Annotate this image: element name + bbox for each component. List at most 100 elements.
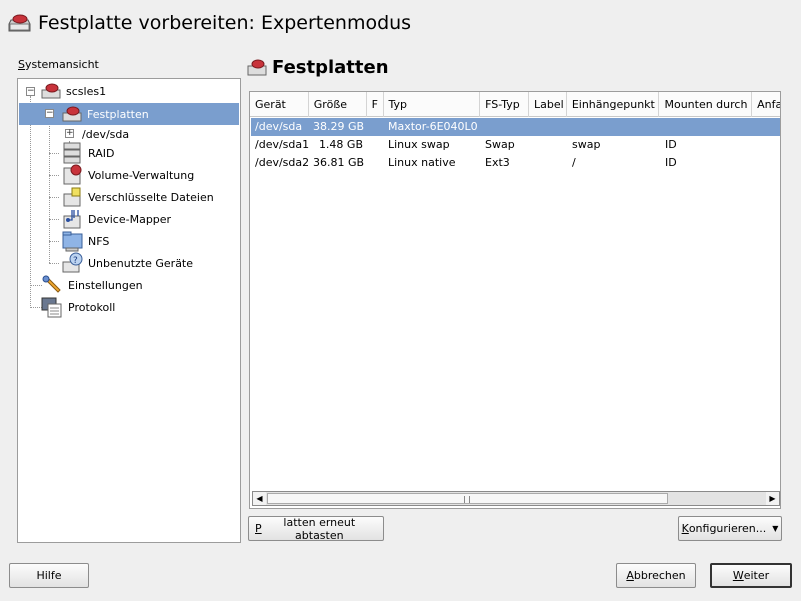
cell-device: /dev/sda1 [255,138,309,151]
encrypted-files-icon [63,187,81,207]
rescan-mnemonic: P [255,522,262,535]
tree-expander[interactable]: − [26,87,35,96]
cell-mount-by [661,118,754,136]
column-header-fs-type[interactable]: FS-Typ [480,92,529,117]
scroll-left-icon[interactable]: ◀ [253,492,266,505]
cell-label [530,136,568,154]
unused-devices-icon: ? [62,252,83,273]
tree-item-label: Protokoll [68,300,116,314]
column-header-start[interactable]: Anfa [752,92,780,117]
table-row[interactable]: /dev/sda2 36.81 GB Linux native Ext3 / I… [251,154,780,172]
tree-item-label: Verschlüsselte Dateien [88,190,214,204]
next-button[interactable]: Weiter [710,563,792,588]
tree-item-festplatten[interactable]: − Festplatten [19,103,239,125]
tree-item-label: RAID [88,146,115,160]
tree-line [49,153,59,154]
cell-mount-by: ID [665,138,677,151]
tree-item-label: /dev/sda [82,127,130,141]
tree-line [49,241,59,242]
tree-item-scsles1[interactable]: scsles1 [40,80,106,102]
cell-type: Maxtor-6E040L0 [388,120,478,133]
cell-fs-type: Swap [485,138,515,151]
settings-wrench-icon [42,275,61,293]
system-tree[interactable]: − scsles1 − Festplatten + /dev/sda RAID [17,78,241,543]
nfs-folder-icon [62,231,83,252]
harddisk-icon [247,59,267,76]
cell-f [367,118,384,136]
tree-item-nfs[interactable]: NFS [60,230,109,252]
column-header-type[interactable]: Typ [384,92,481,117]
scrollbar-grip-icon [464,496,470,503]
scroll-right-icon[interactable]: ▶ [766,492,779,505]
tree-item-raid[interactable]: RAID [60,142,114,164]
tree-item-settings[interactable]: Einstellungen [40,274,143,296]
tree-line [49,197,59,198]
log-icon [41,297,62,318]
help-label: Hilfe [36,569,62,582]
tree-line [30,96,31,306]
help-button[interactable]: Hilfe [9,563,89,588]
rescan-disks-button[interactable]: Platten erneut abtasten [248,515,384,542]
cell-size: 1.48 GB [318,138,363,151]
system-view-label: Systemansicht [18,58,99,71]
table-row[interactable]: /dev/sda 38.29 GB Maxtor-6E040L0 [251,118,780,136]
cell-label [530,118,568,136]
tree-item-label: scsles1 [66,84,107,98]
harddisk-icon [62,106,82,122]
column-header-mount-by[interactable]: Mounten durch [659,92,753,117]
cell-mount-point: swap [572,138,601,151]
window-title: Festplatte vorbereiten: Expertenmodus [38,12,412,34]
tree-item-device-mapper[interactable]: Device-Mapper [60,208,171,230]
svg-text:?: ? [73,256,78,266]
window-title-bar: Festplatte vorbereiten: Expertenmodus [8,8,411,38]
configure-dropdown-button[interactable]: Konfigurieren... ▼ [678,516,782,541]
cell-fs-type: Ext3 [485,156,510,169]
cell-f [367,136,384,154]
page-title: Festplatten [272,56,389,78]
table-row[interactable]: /dev/sda1 1.48 GB Linux swap Swap swap I… [251,136,780,154]
section-heading: Festplatten [246,56,389,78]
column-header-device[interactable]: Gerät [250,92,309,117]
column-header-label[interactable]: Label [529,92,567,117]
cancel-button[interactable]: Abbrechen [616,563,696,588]
tree-item-label: Volume-Verwaltung [88,168,195,182]
tree-expander[interactable]: + [65,129,74,138]
tree-expander[interactable]: − [45,109,54,118]
cell-mount-point: / [572,156,576,169]
tree-line [49,219,59,220]
cell-f [367,154,384,172]
tree-item-label: Festplatten [87,107,149,121]
configure-mnemonic: K [681,522,689,535]
cell-type: Linux swap [388,138,450,151]
cell-label [530,154,568,172]
cell-mount-by: ID [665,156,677,169]
configure-label: onfigurieren... [688,522,767,535]
tree-item-encrypted-files[interactable]: Verschlüsselte Dateien [60,186,214,208]
column-header-f[interactable]: F [367,92,384,117]
cell-size: 36.81 GB [313,156,365,169]
rescan-label: latten erneut abtasten [283,515,356,542]
tree-item-log[interactable]: Protokoll [40,296,115,318]
cell-size: 38.29 GB [313,120,365,133]
tree-item-label: NFS [88,234,110,248]
volume-management-icon [63,164,82,185]
cell-mount-point [568,118,661,136]
system-view-label-text: ystemansicht [24,58,99,71]
tree-item-label: Einstellungen [68,278,143,292]
next-mnemonic: W [732,569,744,582]
scrollbar-thumb[interactable] [267,493,668,504]
partition-table[interactable]: Gerät Größe F Typ FS-Typ Label Einhängep… [249,91,781,509]
cell-device: /dev/sda [255,120,303,133]
tree-line [49,263,59,264]
tree-item-unused-devices[interactable]: ? Unbenutzte Geräte [60,252,193,274]
cancel-mnemonic: A [626,569,634,582]
harddisk-icon [8,14,31,32]
column-header-mount-point[interactable]: Einhängepunkt [567,92,660,117]
column-header-size[interactable]: Größe [309,92,367,117]
tree-item-volume-management[interactable]: Volume-Verwaltung [60,164,194,186]
cell-type: Linux native [388,156,456,169]
device-mapper-icon [63,210,81,229]
tree-item-label: Device-Mapper [88,212,172,226]
horizontal-scrollbar[interactable]: ◀ ▶ [252,491,780,506]
raid-icon [63,142,81,164]
